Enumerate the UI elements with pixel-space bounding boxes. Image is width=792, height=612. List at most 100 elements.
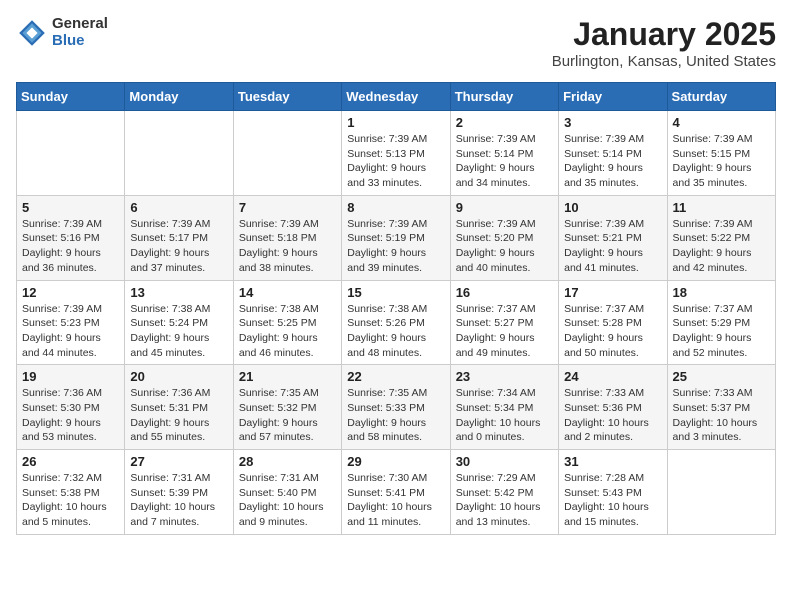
- calendar-cell: 16 Sunrise: 7:37 AMSunset: 5:27 PMDayligh…: [450, 280, 558, 365]
- cell-content: Sunrise: 7:33 AMSunset: 5:37 PMDaylight:…: [673, 386, 770, 445]
- cell-content: Sunrise: 7:39 AMSunset: 5:20 PMDaylight:…: [456, 217, 553, 276]
- cell-content: Sunrise: 7:29 AMSunset: 5:42 PMDaylight:…: [456, 471, 553, 530]
- day-number: 6: [130, 200, 227, 215]
- calendar-cell: 21Sunrise: 7:35 AMSunset: 5:32 PMDayligh…: [233, 365, 341, 450]
- calendar-cell: 30Sunrise: 7:29 AMSunset: 5:42 PMDayligh…: [450, 450, 558, 535]
- calendar-cell: 22 Sunrise: 7:35 AMSunset: 5:33 PMDayligh…: [342, 365, 450, 450]
- weekday-header: Friday: [559, 83, 667, 111]
- calendar-cell: 26 Sunrise: 7:32 AMSunset: 5:38 PMDayligh…: [17, 450, 125, 535]
- calendar-cell: 2 Sunrise: 7:39 AMSunset: 5:14 PMDaylight…: [450, 111, 558, 196]
- calendar-table: SundayMondayTuesdayWednesdayThursdayFrid…: [16, 82, 776, 535]
- cell-content: Sunrise: 7:39 AMSunset: 5:17 PMDaylight:…: [130, 217, 227, 276]
- day-number: 17: [564, 285, 661, 300]
- calendar-cell: 3 Sunrise: 7:39 AMSunset: 5:14 PMDaylight…: [559, 111, 667, 196]
- day-number: 25: [673, 369, 770, 384]
- cell-content: Sunrise: 7:35 AMSunset: 5:33 PMDaylight:…: [347, 386, 444, 445]
- logo: General Blue: [16, 16, 108, 49]
- calendar-cell: 19Sunrise: 7:36 AMSunset: 5:30 PMDayligh…: [17, 365, 125, 450]
- logo-text: General Blue: [52, 16, 108, 49]
- cell-content: Sunrise: 7:37 AMSunset: 5:27 PMDaylight:…: [456, 302, 553, 361]
- calendar-cell: 14 Sunrise: 7:38 AMSunset: 5:25 PMDayligh…: [233, 280, 341, 365]
- cell-content: Sunrise: 7:39 AMSunset: 5:14 PMDaylight:…: [456, 132, 553, 191]
- day-number: 3: [564, 115, 661, 130]
- cell-content: Sunrise: 7:39 AMSunset: 5:13 PMDaylight:…: [347, 132, 444, 191]
- cell-content: Sunrise: 7:35 AMSunset: 5:32 PMDaylight:…: [239, 386, 336, 445]
- day-number: 14: [239, 285, 336, 300]
- day-number: 31: [564, 454, 661, 469]
- day-number: 13: [130, 285, 227, 300]
- day-number: 10: [564, 200, 661, 215]
- logo-blue-text: Blue: [52, 33, 108, 50]
- calendar-week-row: 1Sunrise: 7:39 AMSunset: 5:13 PMDaylight…: [17, 111, 776, 196]
- title-block: January 2025 Burlington, Kansas, United …: [552, 16, 776, 70]
- cell-content: Sunrise: 7:39 AMSunset: 5:23 PMDaylight:…: [22, 302, 119, 361]
- cell-content: Sunrise: 7:38 AMSunset: 5:26 PMDaylight:…: [347, 302, 444, 361]
- calendar-cell: 18Sunrise: 7:37 AMSunset: 5:29 PMDayligh…: [667, 280, 775, 365]
- logo-icon: [16, 17, 48, 49]
- day-number: 22: [347, 369, 444, 384]
- day-number: 2: [456, 115, 553, 130]
- calendar-cell: 31 Sunrise: 7:28 AMSunset: 5:43 PMDayligh…: [559, 450, 667, 535]
- cell-content: Sunrise: 7:38 AMSunset: 5:25 PMDaylight:…: [239, 302, 336, 361]
- cell-content: Sunrise: 7:36 AMSunset: 5:30 PMDaylight:…: [22, 386, 119, 445]
- day-number: 27: [130, 454, 227, 469]
- weekday-header: Sunday: [17, 83, 125, 111]
- cell-content: Sunrise: 7:39 AMSunset: 5:15 PMDaylight:…: [673, 132, 770, 191]
- cell-content: Sunrise: 7:39 AMSunset: 5:21 PMDaylight:…: [564, 217, 661, 276]
- calendar-week-row: 12 Sunrise: 7:39 AMSunset: 5:23 PMDayligh…: [17, 280, 776, 365]
- calendar-cell: 8Sunrise: 7:39 AMSunset: 5:19 PMDaylight…: [342, 195, 450, 280]
- calendar-cell: 23 Sunrise: 7:34 AMSunset: 5:34 PMDayligh…: [450, 365, 558, 450]
- calendar-cell: 1Sunrise: 7:39 AMSunset: 5:13 PMDaylight…: [342, 111, 450, 196]
- cell-content: Sunrise: 7:39 AMSunset: 5:22 PMDaylight:…: [673, 217, 770, 276]
- calendar-cell: [233, 111, 341, 196]
- cell-content: Sunrise: 7:28 AMSunset: 5:43 PMDaylight:…: [564, 471, 661, 530]
- cell-content: Sunrise: 7:37 AMSunset: 5:28 PMDaylight:…: [564, 302, 661, 361]
- cell-content: Sunrise: 7:39 AMSunset: 5:18 PMDaylight:…: [239, 217, 336, 276]
- weekday-header: Wednesday: [342, 83, 450, 111]
- calendar-cell: 25 Sunrise: 7:33 AMSunset: 5:37 PMDayligh…: [667, 365, 775, 450]
- weekday-header: Tuesday: [233, 83, 341, 111]
- cell-content: Sunrise: 7:37 AMSunset: 5:29 PMDaylight:…: [673, 302, 770, 361]
- day-number: 5: [22, 200, 119, 215]
- day-number: 28: [239, 454, 336, 469]
- location-text: Burlington, Kansas, United States: [552, 53, 776, 70]
- cell-content: Sunrise: 7:30 AMSunset: 5:41 PMDaylight:…: [347, 471, 444, 530]
- weekday-header: Monday: [125, 83, 233, 111]
- day-number: 26: [22, 454, 119, 469]
- calendar-cell: [667, 450, 775, 535]
- cell-content: Sunrise: 7:39 AMSunset: 5:14 PMDaylight:…: [564, 132, 661, 191]
- day-number: 23: [456, 369, 553, 384]
- cell-content: Sunrise: 7:38 AMSunset: 5:24 PMDaylight:…: [130, 302, 227, 361]
- day-number: 15: [347, 285, 444, 300]
- calendar-cell: 4 Sunrise: 7:39 AMSunset: 5:15 PMDaylight…: [667, 111, 775, 196]
- day-number: 12: [22, 285, 119, 300]
- calendar-cell: 13 Sunrise: 7:38 AMSunset: 5:24 PMDayligh…: [125, 280, 233, 365]
- cell-content: Sunrise: 7:36 AMSunset: 5:31 PMDaylight:…: [130, 386, 227, 445]
- calendar-cell: [125, 111, 233, 196]
- calendar-cell: 10 Sunrise: 7:39 AMSunset: 5:21 PMDayligh…: [559, 195, 667, 280]
- calendar-cell: 9 Sunrise: 7:39 AMSunset: 5:20 PMDaylight…: [450, 195, 558, 280]
- cell-content: Sunrise: 7:32 AMSunset: 5:38 PMDaylight:…: [22, 471, 119, 530]
- cell-content: Sunrise: 7:31 AMSunset: 5:39 PMDaylight:…: [130, 471, 227, 530]
- calendar-cell: 20 Sunrise: 7:36 AMSunset: 5:31 PMDayligh…: [125, 365, 233, 450]
- month-title: January 2025: [552, 16, 776, 53]
- day-number: 16: [456, 285, 553, 300]
- weekday-header: Saturday: [667, 83, 775, 111]
- calendar-cell: 5Sunrise: 7:39 AMSunset: 5:16 PMDaylight…: [17, 195, 125, 280]
- calendar-week-row: 26 Sunrise: 7:32 AMSunset: 5:38 PMDayligh…: [17, 450, 776, 535]
- day-number: 20: [130, 369, 227, 384]
- day-number: 7: [239, 200, 336, 215]
- calendar-cell: 6 Sunrise: 7:39 AMSunset: 5:17 PMDaylight…: [125, 195, 233, 280]
- day-number: 4: [673, 115, 770, 130]
- calendar-cell: 15 Sunrise: 7:38 AMSunset: 5:26 PMDayligh…: [342, 280, 450, 365]
- day-number: 29: [347, 454, 444, 469]
- cell-content: Sunrise: 7:34 AMSunset: 5:34 PMDaylight:…: [456, 386, 553, 445]
- weekday-header: Thursday: [450, 83, 558, 111]
- calendar-cell: [17, 111, 125, 196]
- calendar-cell: 12 Sunrise: 7:39 AMSunset: 5:23 PMDayligh…: [17, 280, 125, 365]
- day-number: 24: [564, 369, 661, 384]
- cell-content: Sunrise: 7:39 AMSunset: 5:19 PMDaylight:…: [347, 217, 444, 276]
- calendar-cell: 17 Sunrise: 7:37 AMSunset: 5:28 PMDayligh…: [559, 280, 667, 365]
- day-number: 9: [456, 200, 553, 215]
- logo-general-text: General: [52, 16, 108, 33]
